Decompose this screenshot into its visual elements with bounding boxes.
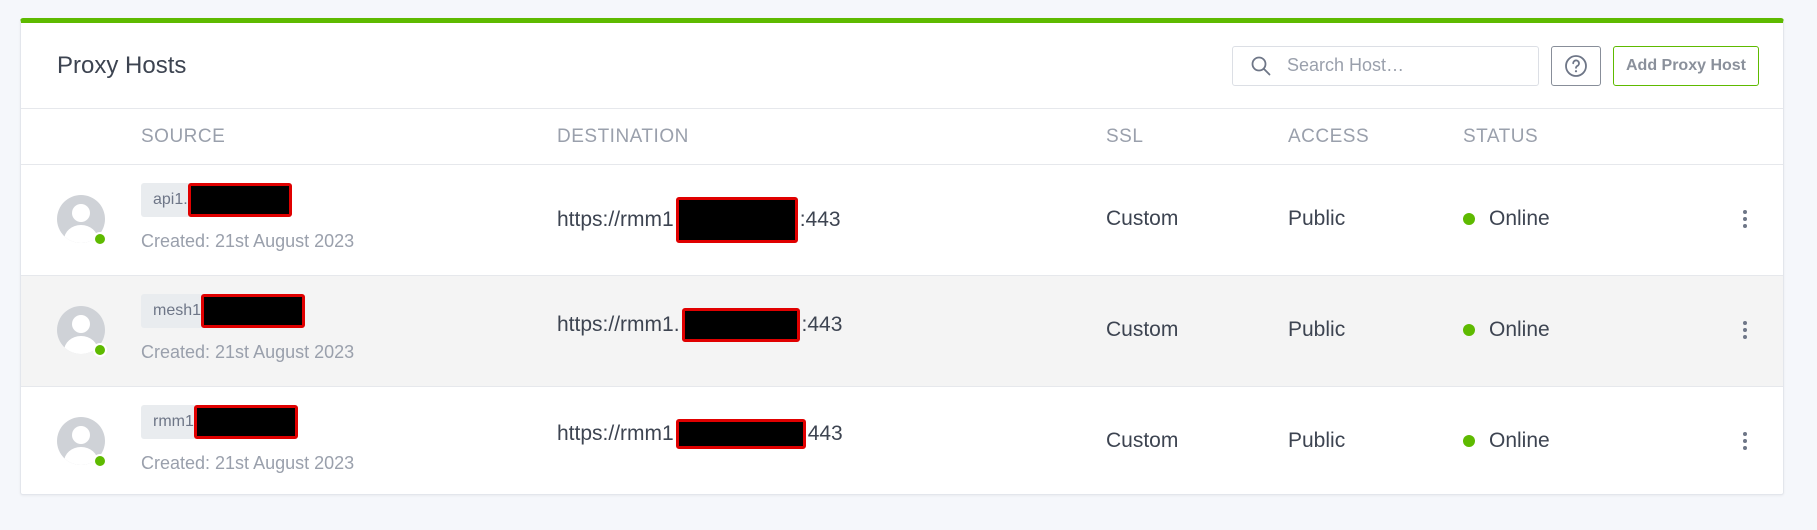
destination: https://rmm1. :443 <box>557 308 842 342</box>
destination: https://rmm1 :443 <box>557 197 841 243</box>
access-value: Public <box>1288 318 1346 341</box>
source-domain: mesh1 <box>153 302 202 319</box>
column-header-access[interactable]: ACCESS <box>1288 126 1369 148</box>
proxy-hosts-card: Proxy Hosts Add Proxy Host SOURCE DESTIN… <box>20 18 1784 495</box>
redaction-box <box>193 405 298 439</box>
status-label: Online <box>1489 207 1550 230</box>
ssl-value: Custom <box>1106 207 1179 230</box>
status-dot-icon <box>1463 435 1475 447</box>
column-header-destination[interactable]: DESTINATION <box>557 126 689 148</box>
status-badge: Online <box>1463 207 1550 231</box>
card-header: Proxy Hosts Add Proxy Host <box>21 23 1783 109</box>
status-dot-icon <box>1463 213 1475 225</box>
online-indicator <box>93 454 107 468</box>
table-header: SOURCE DESTINATION SSL ACCESS STATUS <box>21 109 1783 165</box>
page-title: Proxy Hosts <box>57 51 187 79</box>
column-header-source[interactable]: SOURCE <box>141 126 225 148</box>
access-value: Public <box>1288 429 1346 452</box>
redaction-box <box>681 308 800 342</box>
table-row: mesh1 Created: 21st August 2023 https://… <box>21 276 1783 387</box>
destination-prefix: https://rmm1. <box>557 313 680 336</box>
redaction-box <box>187 183 292 217</box>
created-date: Created: 21st August 2023 <box>141 231 355 251</box>
more-vertical-icon[interactable] <box>1735 425 1755 457</box>
online-indicator <box>93 232 107 246</box>
source-domain-tag[interactable]: mesh1 <box>141 294 306 328</box>
destination-prefix: https://rmm1 <box>557 208 674 231</box>
search-box[interactable] <box>1231 45 1539 86</box>
destination-suffix: 443 <box>807 422 843 445</box>
status-badge: Online <box>1463 318 1550 342</box>
redaction-box <box>201 294 306 328</box>
source-domain: rmm1 <box>153 413 194 430</box>
redaction-box <box>675 197 798 243</box>
table-row: api1. Created: 21st August 2023 https://… <box>21 165 1783 276</box>
source-domain: api1. <box>153 191 188 208</box>
source-domain-tag[interactable]: rmm1 <box>141 405 298 439</box>
created-date: Created: 21st August 2023 <box>141 342 355 362</box>
ssl-value: Custom <box>1106 429 1179 452</box>
table-row: rmm1 Created: 21st August 2023 https://r… <box>21 387 1783 497</box>
created-date: Created: 21st August 2023 <box>141 453 355 473</box>
column-header-ssl[interactable]: SSL <box>1106 126 1143 148</box>
ssl-value: Custom <box>1106 318 1179 341</box>
add-proxy-host-button[interactable]: Add Proxy Host <box>1612 45 1759 86</box>
column-header-status[interactable]: STATUS <box>1463 126 1538 148</box>
access-value: Public <box>1288 207 1346 230</box>
redaction-box <box>675 419 806 449</box>
destination-suffix: :443 <box>799 208 841 231</box>
destination-prefix: https://rmm1 <box>557 422 674 445</box>
help-icon <box>1565 54 1587 77</box>
destination-suffix: :443 <box>801 313 843 336</box>
status-label: Online <box>1489 318 1550 341</box>
status-badge: Online <box>1463 429 1550 453</box>
search-input[interactable] <box>1286 55 1527 76</box>
help-button[interactable] <box>1550 45 1601 86</box>
destination: https://rmm1 443 <box>557 419 843 449</box>
status-dot-icon <box>1463 324 1475 336</box>
source-domain-tag[interactable]: api1. <box>141 183 292 217</box>
online-indicator <box>93 343 107 357</box>
more-vertical-icon[interactable] <box>1735 203 1755 235</box>
more-vertical-icon[interactable] <box>1735 314 1755 346</box>
status-label: Online <box>1489 429 1550 452</box>
search-icon <box>1251 56 1271 75</box>
